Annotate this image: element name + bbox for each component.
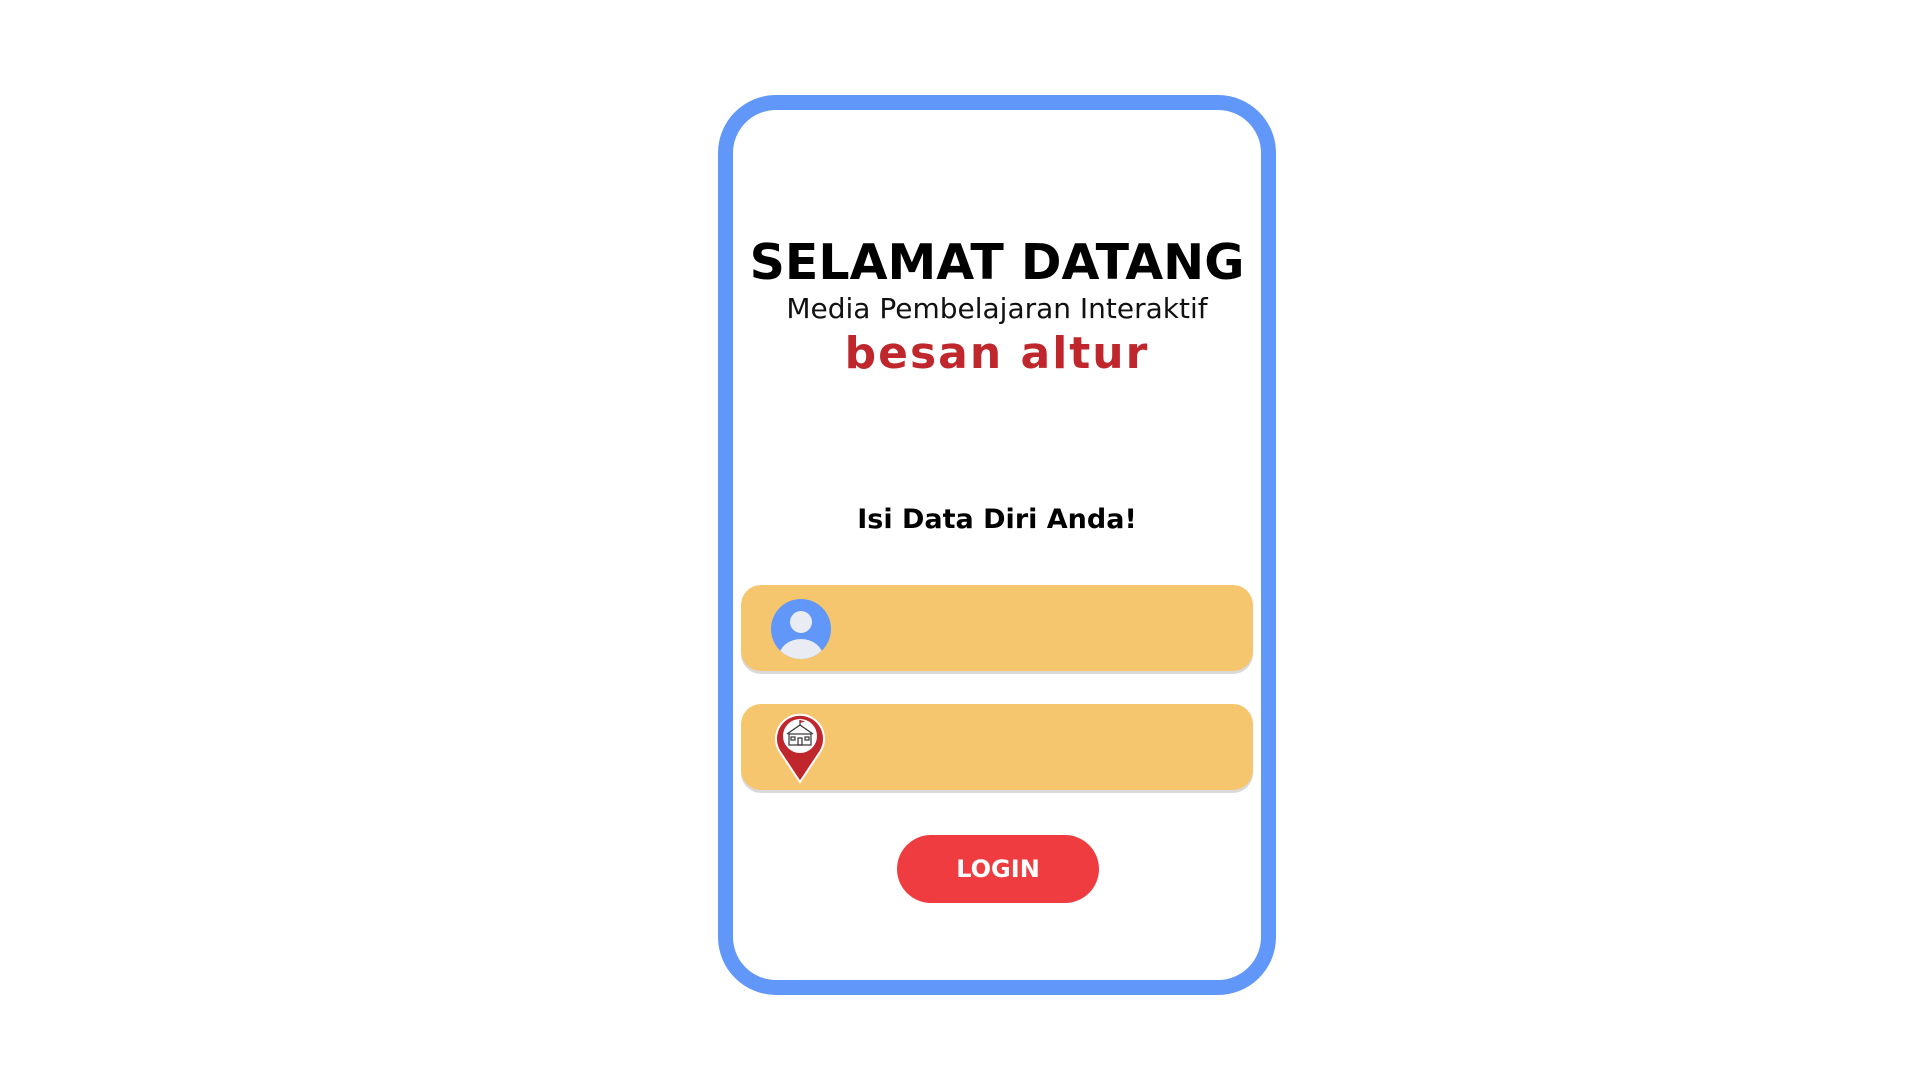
login-button[interactable]: LOGIN	[897, 835, 1099, 903]
school-input[interactable]	[841, 722, 1235, 774]
name-input[interactable]	[841, 603, 1235, 655]
name-field[interactable]	[741, 585, 1253, 671]
login-card: SELAMAT DATANG Media Pembelajaran Intera…	[718, 95, 1276, 995]
form-prompt: Isi Data Diri Anda!	[857, 504, 1137, 535]
app-subtitle: Media Pembelajaran Interaktif	[786, 292, 1208, 325]
brand-logo: besan altur	[844, 328, 1150, 379]
school-field[interactable]	[741, 704, 1253, 790]
welcome-title: SELAMAT DATANG	[749, 234, 1245, 291]
user-avatar-icon	[771, 599, 831, 659]
school-location-pin-icon	[775, 713, 825, 784]
